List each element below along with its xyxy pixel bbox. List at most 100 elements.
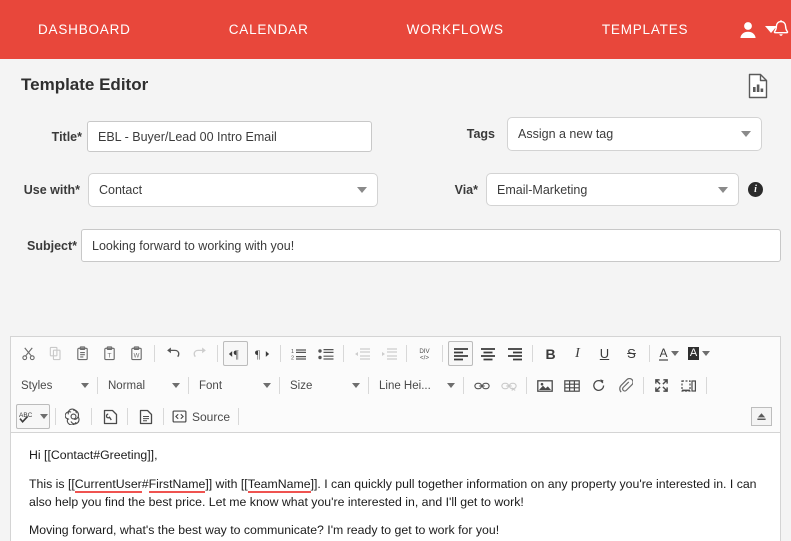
toolbar-separator bbox=[406, 345, 407, 362]
refresh-icon[interactable] bbox=[586, 373, 611, 398]
toolbar-separator bbox=[280, 345, 281, 362]
toolbar-separator bbox=[442, 345, 443, 362]
bulleted-list-icon[interactable] bbox=[313, 341, 338, 366]
redo-icon[interactable] bbox=[187, 341, 212, 366]
chevron-down-icon bbox=[352, 383, 360, 388]
chevron-down-icon bbox=[447, 383, 455, 388]
use-with-label: Use with* bbox=[23, 183, 80, 197]
rich-text-editor: T W ¶ ¶ 12 DIV </> B I U S A A Styles No… bbox=[10, 336, 781, 541]
document-icon[interactable] bbox=[133, 404, 158, 429]
via-select-value: Email-Marketing bbox=[497, 182, 588, 197]
line-height-dropdown[interactable]: Line Hei... bbox=[373, 374, 459, 398]
editor-toolbar-row-3: ABC Source bbox=[11, 401, 780, 433]
body-paragraph: Moving forward, what's the best way to c… bbox=[29, 522, 762, 540]
report-button[interactable] bbox=[747, 73, 769, 104]
paste-from-word-icon[interactable]: W bbox=[124, 341, 149, 366]
toolbar-separator bbox=[154, 345, 155, 362]
svg-text:¶: ¶ bbox=[255, 349, 260, 361]
svg-text:2: 2 bbox=[291, 355, 294, 361]
nav-link-templates[interactable]: TEMPLATES bbox=[592, 22, 698, 37]
styles-dropdown-label: Styles bbox=[21, 379, 53, 392]
email-body-editor[interactable]: Hi [[Contact#Greeting]], This is [[Curren… bbox=[11, 433, 780, 541]
toolbar-separator bbox=[649, 345, 650, 362]
bold-icon[interactable]: B bbox=[538, 341, 563, 366]
paragraph-format-label: Normal bbox=[108, 379, 146, 392]
body-text: This is [[ bbox=[29, 476, 75, 491]
toolbar-separator bbox=[532, 345, 533, 362]
title-input[interactable] bbox=[87, 121, 372, 152]
merge-field-icon[interactable] bbox=[97, 404, 122, 429]
italic-icon[interactable]: I bbox=[565, 341, 590, 366]
chevron-down-icon bbox=[172, 383, 180, 388]
spellcheck-underlined-text: FirstName bbox=[148, 476, 206, 493]
use-with-select-value: Contact bbox=[99, 183, 143, 197]
source-button[interactable]: Source bbox=[168, 404, 234, 429]
svg-text:W: W bbox=[134, 352, 140, 359]
spellcheck-underlined-text: CurrentUser bbox=[74, 476, 142, 493]
user-menu-button[interactable] bbox=[738, 20, 777, 40]
align-left-icon[interactable] bbox=[448, 341, 473, 366]
increase-indent-icon[interactable] bbox=[376, 341, 401, 366]
chevron-down-icon bbox=[765, 26, 777, 33]
use-with-select[interactable]: Contact bbox=[88, 173, 378, 207]
cut-icon[interactable] bbox=[16, 341, 41, 366]
paste-icon[interactable] bbox=[70, 341, 95, 366]
div-container-icon[interactable]: DIV </> bbox=[412, 341, 437, 366]
via-select[interactable]: Email-Marketing bbox=[486, 173, 739, 206]
chevron-down-icon bbox=[741, 131, 751, 137]
copy-icon[interactable] bbox=[43, 341, 68, 366]
spellcheck-button[interactable]: ABC bbox=[16, 404, 50, 429]
text-direction-ltr-icon[interactable]: ¶ bbox=[223, 341, 248, 366]
unlink-icon[interactable] bbox=[496, 373, 521, 398]
align-right-icon[interactable] bbox=[502, 341, 527, 366]
align-center-icon[interactable] bbox=[475, 341, 500, 366]
svg-text:1: 1 bbox=[291, 349, 294, 355]
nav-link-workflows[interactable]: WORKFLOWS bbox=[397, 22, 514, 37]
body-text: Moving forward, what's the best way to c… bbox=[29, 523, 500, 538]
line-height-label: Line Hei... bbox=[379, 379, 431, 392]
svg-text:¶: ¶ bbox=[234, 349, 239, 361]
collapse-toolbar-button[interactable] bbox=[751, 407, 772, 426]
user-avatar-icon bbox=[740, 21, 756, 38]
nav-link-calendar[interactable]: CALENDAR bbox=[219, 22, 319, 37]
form-row-subject: Subject* bbox=[0, 229, 781, 262]
font-size-dropdown[interactable]: Size bbox=[284, 374, 364, 398]
underline-icon[interactable]: U bbox=[592, 341, 617, 366]
chevron-down-icon bbox=[718, 186, 728, 193]
paragraph-format-dropdown[interactable]: Normal bbox=[102, 374, 184, 398]
ai-assistant-icon[interactable] bbox=[61, 404, 86, 429]
body-text: # bbox=[141, 476, 149, 491]
tags-select[interactable]: Assign a new tag bbox=[507, 117, 762, 151]
numbered-list-icon[interactable]: 12 bbox=[286, 341, 311, 366]
tags-select-value: Assign a new tag bbox=[518, 127, 614, 141]
page-break-icon[interactable] bbox=[676, 373, 701, 398]
attachment-icon[interactable] bbox=[613, 373, 638, 398]
collapse-up-icon bbox=[757, 413, 766, 420]
maximize-icon[interactable] bbox=[649, 373, 674, 398]
insert-image-icon[interactable] bbox=[532, 373, 557, 398]
text-direction-rtl-icon[interactable]: ¶ bbox=[250, 341, 275, 366]
body-text: Hi [[Contact#Greeting]], bbox=[29, 448, 158, 462]
strikethrough-icon[interactable]: S bbox=[619, 341, 644, 366]
top-navigation-bar: DASHBOARD CALENDAR WORKFLOWS TEMPLATES bbox=[0, 0, 791, 59]
background-color-icon[interactable]: A bbox=[685, 341, 713, 366]
form-row-tags: Tags Assign a new tag bbox=[440, 117, 762, 151]
nav-link-dashboard[interactable]: DASHBOARD bbox=[28, 22, 141, 37]
decrease-indent-icon[interactable] bbox=[349, 341, 374, 366]
subject-input[interactable] bbox=[81, 229, 781, 262]
font-dropdown[interactable]: Font bbox=[193, 374, 275, 398]
text-color-icon[interactable]: A bbox=[655, 341, 683, 366]
undo-icon[interactable] bbox=[160, 341, 185, 366]
page-container: Template Editor Title* Tags Assign a new… bbox=[0, 59, 791, 541]
paste-as-text-icon[interactable]: T bbox=[97, 341, 122, 366]
body-paragraph: Hi [[Contact#Greeting]], bbox=[29, 447, 762, 465]
styles-dropdown[interactable]: Styles bbox=[15, 374, 93, 398]
insert-link-icon[interactable] bbox=[469, 373, 494, 398]
spellcheck-underlined-text: TeamName bbox=[247, 476, 311, 493]
chevron-down-icon bbox=[263, 383, 271, 388]
editor-toolbar-row-1: T W ¶ ¶ 12 DIV </> B I U S A A bbox=[11, 337, 780, 370]
toolbar-separator bbox=[343, 345, 344, 362]
insert-table-icon[interactable] bbox=[559, 373, 584, 398]
subject-label: Subject* bbox=[26, 238, 77, 253]
via-info-icon[interactable]: i bbox=[748, 182, 763, 197]
